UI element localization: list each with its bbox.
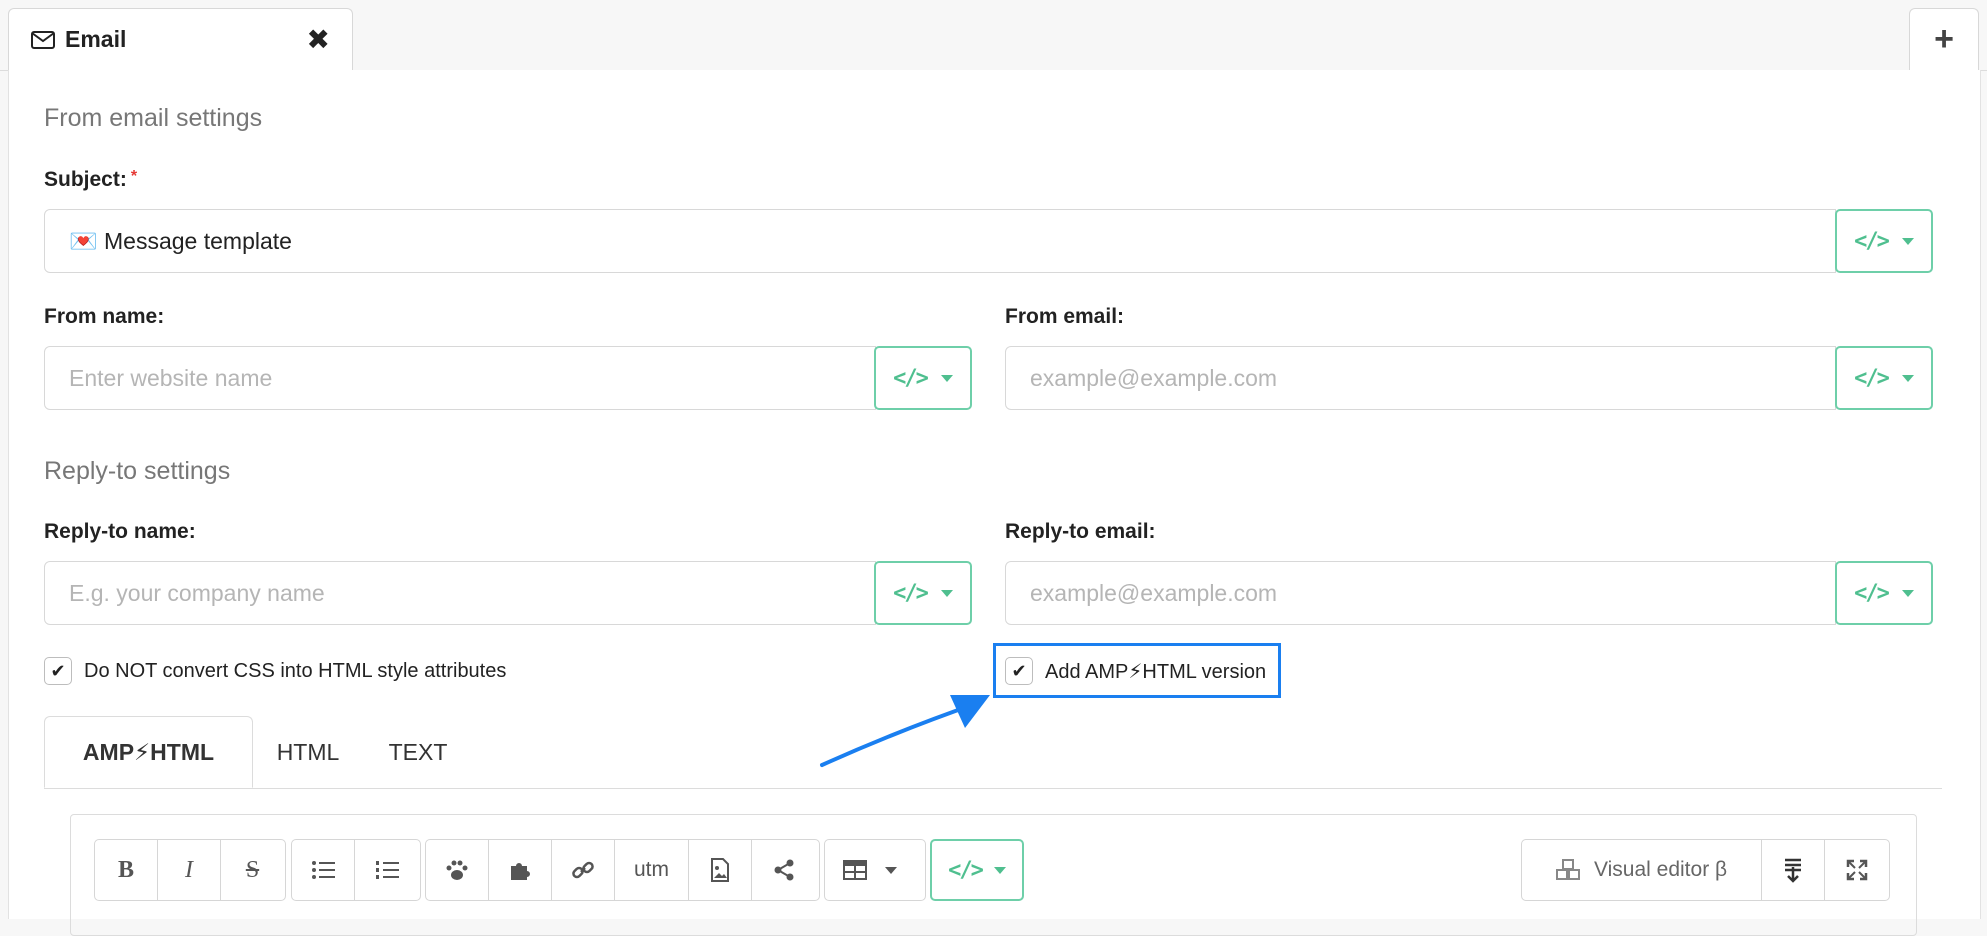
- visual-editor-label: Visual editor β: [1594, 858, 1728, 881]
- bullet-list-icon: [312, 861, 335, 879]
- chevron-down-icon: [885, 840, 897, 900]
- code-template-dropdown[interactable]: </>: [930, 839, 1024, 901]
- table-dropdown[interactable]: [824, 839, 926, 901]
- format-group: B I S: [94, 839, 286, 901]
- bold-button[interactable]: B: [95, 840, 158, 900]
- editor-mode-group: Visual editor β: [1521, 839, 1890, 901]
- tab-text[interactable]: TEXT: [363, 716, 473, 788]
- share-icon[interactable]: [752, 840, 815, 900]
- italic-button[interactable]: I: [158, 840, 221, 900]
- bullet-list-button[interactable]: [292, 840, 355, 900]
- link-svg: [572, 861, 594, 879]
- tab-amp-html[interactable]: AMP⚡HTML: [44, 716, 253, 788]
- table-icon: [825, 840, 885, 900]
- share-svg: [774, 859, 793, 881]
- sort-download-svg: [1785, 858, 1802, 883]
- visual-editor-button[interactable]: Visual editor β: [1522, 840, 1763, 900]
- numbered-list-icon: [375, 861, 399, 879]
- file-image-icon[interactable]: [689, 840, 752, 900]
- link-icon[interactable]: [552, 840, 615, 900]
- puzzle-icon[interactable]: [489, 840, 552, 900]
- fullscreen-icon[interactable]: [1825, 840, 1888, 900]
- list-group: [291, 839, 421, 901]
- paw-icon[interactable]: [426, 840, 489, 900]
- file-image-svg: [711, 858, 729, 882]
- puzzle-svg: [511, 863, 530, 880]
- paw-svg: [446, 860, 468, 880]
- chevron-down-icon: [993, 866, 1006, 874]
- numbered-list-button[interactable]: [355, 840, 418, 900]
- cubes-icon: [1556, 859, 1580, 880]
- code-icon: </>: [948, 857, 984, 883]
- expand-svg: [1846, 859, 1867, 881]
- editor-tabs: AMP⚡HTML HTML TEXT: [44, 716, 1942, 789]
- tab-html[interactable]: HTML: [253, 716, 363, 788]
- insert-group: utm: [425, 839, 820, 901]
- utm-button[interactable]: utm: [615, 840, 689, 900]
- table-svg: [843, 860, 867, 880]
- strikethrough-button[interactable]: S: [221, 840, 284, 900]
- sort-download-icon[interactable]: [1762, 840, 1826, 900]
